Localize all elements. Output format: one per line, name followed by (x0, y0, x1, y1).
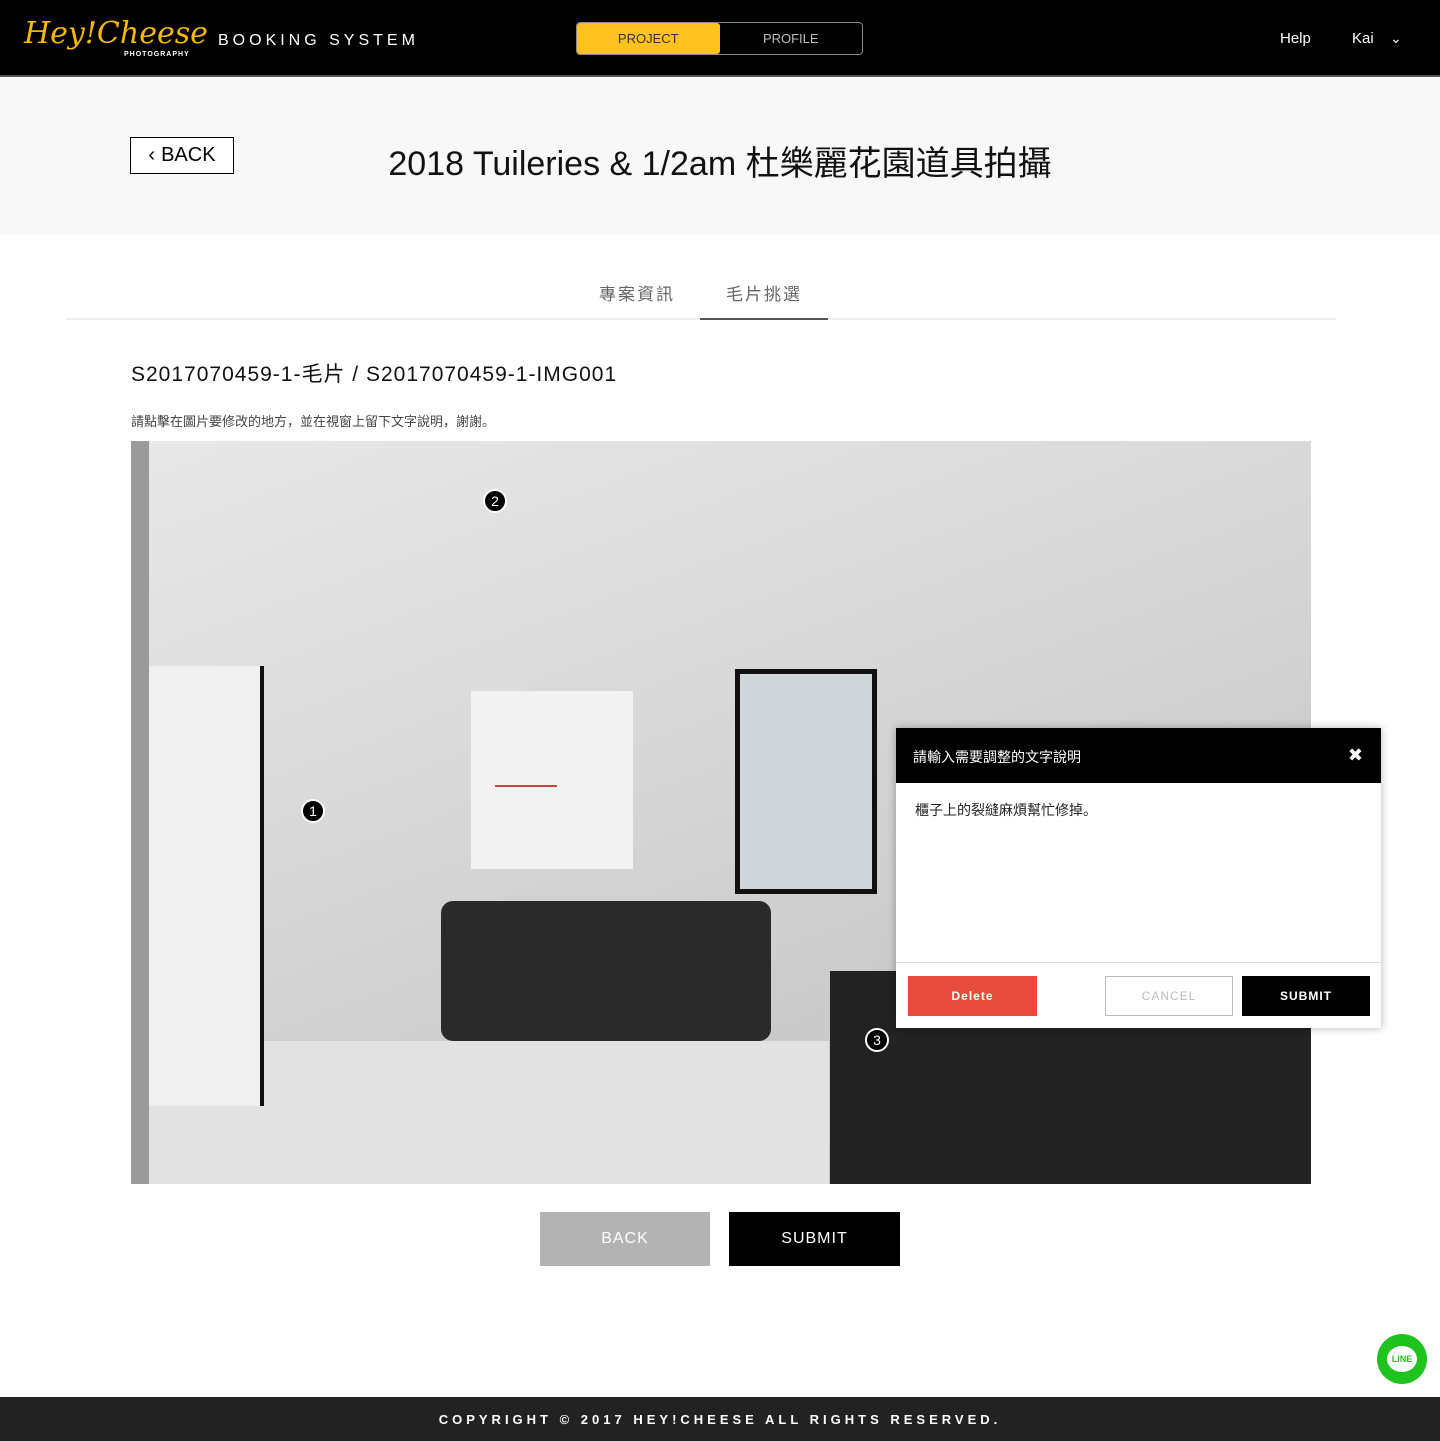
photo-window (735, 669, 877, 894)
system-name: BOOKING SYSTEM (218, 32, 419, 49)
marker-1[interactable]: 1 (301, 799, 325, 823)
marker-2[interactable]: 2 (483, 489, 507, 513)
user-menu[interactable]: Kai (1352, 30, 1374, 47)
tab-profile[interactable]: PROFILE (720, 23, 863, 54)
marker-3[interactable]: 3 (865, 1028, 889, 1052)
comment-modal: 請輸入需要調整的文字說明 ✖ 櫃子上的裂縫麻煩幫忙修掉。 Delete CANC… (896, 728, 1381, 1028)
cancel-button[interactable]: CANCEL (1105, 976, 1233, 1016)
line-icon: LINE (1387, 1346, 1417, 1372)
close-icon[interactable]: ✖ (1348, 745, 1363, 766)
tab-project-info[interactable]: 專案資訊 (573, 268, 701, 320)
bottom-submit-button[interactable]: SUBMIT (729, 1212, 900, 1266)
delete-button[interactable]: Delete (908, 976, 1037, 1016)
content-tabs: 專案資訊 毛片挑選 (66, 268, 1336, 320)
footer-copyright: COPYRIGHT © 2017 HEY!CHEESE ALL RIGHTS R… (0, 1397, 1440, 1441)
comment-textarea[interactable]: 櫃子上的裂縫麻煩幫忙修掉。 (896, 783, 1381, 963)
logo-subtitle: PHOTOGRAPHY (124, 51, 190, 58)
modal-title: 請輸入需要調整的文字說明 (896, 728, 1381, 783)
photo-artwork (471, 691, 633, 869)
tab-proof-selection[interactable]: 毛片挑選 (700, 268, 828, 320)
page-title: 2018 Tuileries & 1/2am 杜樂麗花園道具拍攝 (388, 145, 1052, 183)
line-chat-button[interactable]: LINE (1377, 1334, 1427, 1384)
section-switch: PROJECT PROFILE (576, 22, 863, 55)
help-link[interactable]: Help (1280, 30, 1311, 47)
tab-project[interactable]: PROJECT (577, 23, 720, 54)
photo-door (149, 666, 264, 1106)
instruction-text: 請點擊在圖片要修改的地方，並在視窗上留下文字說明，謝謝。 (131, 414, 496, 429)
photo-wall (131, 441, 149, 1184)
breadcrumb: S2017070459-1-毛片 / S2017070459-1-IMG001 (131, 363, 618, 386)
top-nav: Hey!Cheese PHOTOGRAPHY BOOKING SYSTEM PR… (0, 0, 1440, 77)
photo-sofa (441, 901, 771, 1041)
logo[interactable]: Hey!Cheese (24, 16, 208, 51)
modal-submit-button[interactable]: SUBMIT (1242, 976, 1370, 1016)
chevron-down-icon[interactable]: ⌄ (1390, 30, 1402, 47)
bottom-back-button[interactable]: BACK (540, 1212, 710, 1266)
